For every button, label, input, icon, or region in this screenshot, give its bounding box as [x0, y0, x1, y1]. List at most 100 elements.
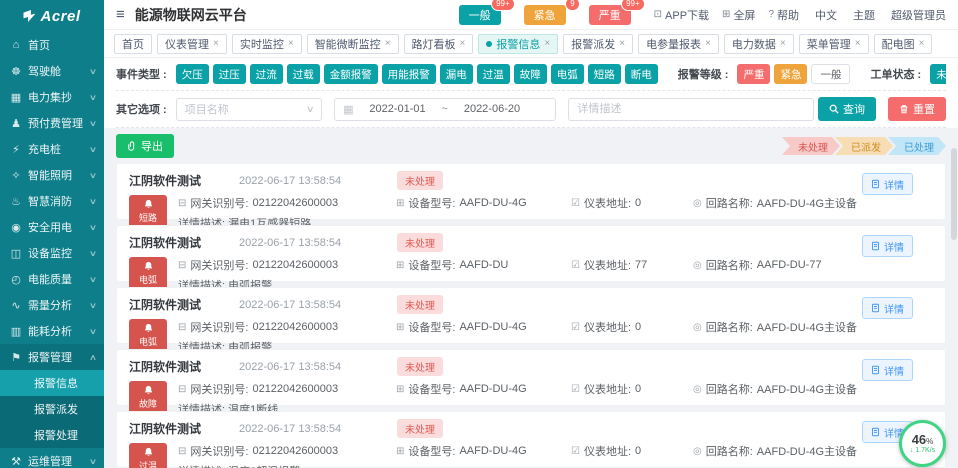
- status-legend-item[interactable]: 未处理: [782, 137, 840, 155]
- chevron-icon: ∨: [89, 171, 97, 180]
- topbar-link-label: 主题: [853, 7, 875, 23]
- event-type-tag[interactable]: 过压: [213, 64, 246, 84]
- tab[interactable]: 菜单管理 ×: [799, 34, 869, 54]
- event-type-tag[interactable]: 过温: [477, 64, 510, 84]
- speed-indicator-widget[interactable]: 46% ↓ 1.7K/s: [899, 420, 946, 467]
- event-type-tag[interactable]: 用能报警: [382, 64, 436, 84]
- sidebar-item[interactable]: ⚑ 报警管理 ∧: [0, 344, 104, 370]
- detail-button[interactable]: 详情: [862, 235, 913, 257]
- topbar-link[interactable]: 中文: [812, 7, 837, 23]
- event-type-tag[interactable]: 欠压: [176, 64, 209, 84]
- sidebar-item[interactable]: 报警处理: [0, 422, 104, 448]
- topbar-link[interactable]: ? 帮助: [768, 7, 799, 23]
- tab[interactable]: 报警信息 ×: [478, 34, 558, 54]
- tab-close-icon[interactable]: ×: [705, 39, 711, 49]
- topbar-link[interactable]: ⊞ 全屏: [722, 7, 755, 23]
- sidebar-item[interactable]: ◉ 安全用电 ∨: [0, 214, 104, 240]
- detail-button[interactable]: 详情: [862, 359, 913, 381]
- status-legend-item[interactable]: 已派发: [835, 137, 893, 155]
- tab-close-icon[interactable]: ×: [544, 39, 550, 49]
- date-range-picker[interactable]: ▦ 2022-01-01 ~ 2022-06-20: [334, 98, 556, 121]
- event-type-tag[interactable]: 过流: [250, 64, 283, 84]
- tab[interactable]: 路灯看板 ×: [404, 34, 474, 54]
- sidebar-item[interactable]: ♨ 智慧消防 ∨: [0, 188, 104, 214]
- sidebar-item-label: 智能照明: [28, 167, 72, 183]
- detail-description-input[interactable]: [568, 98, 814, 121]
- gateway-icon: ⊟: [178, 322, 186, 333]
- event-type-tag[interactable]: 断电: [625, 64, 658, 84]
- alarm-level-tag[interactable]: 紧急: [774, 64, 807, 84]
- export-button[interactable]: 导出: [116, 134, 174, 158]
- sidebar-item[interactable]: ⌂ 首页: [0, 32, 104, 58]
- search-button[interactable]: 查询: [818, 97, 876, 121]
- sidebar-item[interactable]: ◴ 电能质量 ∨: [0, 266, 104, 292]
- scrollbar[interactable]: [951, 148, 957, 468]
- project-name: 江阴软件测试: [129, 172, 225, 189]
- tab[interactable]: 配电图 ×: [874, 34, 933, 54]
- scrollbar-thumb[interactable]: [951, 148, 957, 240]
- sidebar-item[interactable]: ♟ 预付费管理 ∨: [0, 110, 104, 136]
- tab[interactable]: 报警派发 ×: [563, 34, 633, 54]
- sidebar-item[interactable]: 报警信息: [0, 370, 104, 396]
- event-type-tag[interactable]: 电弧: [551, 64, 584, 84]
- alarm-level-badge[interactable]: 一般 99+: [459, 5, 501, 25]
- sidebar-item[interactable]: ⚒ 运维管理 ∨: [0, 448, 104, 468]
- date-end-value[interactable]: 2022-06-20: [456, 103, 528, 115]
- sidebar-item[interactable]: ▦ 电力集抄 ∨: [0, 84, 104, 110]
- topbar-link[interactable]: 超级管理员: [888, 7, 946, 23]
- tab[interactable]: 首页 ×: [114, 34, 152, 54]
- tab-close-icon[interactable]: ×: [619, 39, 625, 49]
- sidebar-item[interactable]: ⚡ 充电桩 ∨: [0, 136, 104, 162]
- sidebar-item[interactable]: ✧ 智能照明 ∨: [0, 162, 104, 188]
- gateway-icon: ⊟: [178, 384, 186, 395]
- sidebar-item[interactable]: ∿ 需量分析 ∨: [0, 292, 104, 318]
- tab[interactable]: 实时监控 ×: [232, 34, 302, 54]
- event-type-tag[interactable]: 短路: [588, 64, 621, 84]
- sidebar-item[interactable]: 报警派发: [0, 396, 104, 422]
- work-status-tag[interactable]: 未处理: [930, 64, 946, 84]
- meter-address-icon: ☑: [571, 198, 580, 209]
- detail-button[interactable]: 详情: [862, 173, 913, 195]
- tab-close-icon[interactable]: ×: [460, 39, 466, 49]
- alarm-level-tag[interactable]: 一般: [811, 64, 850, 84]
- tab[interactable]: 仪表管理 ×: [157, 34, 227, 54]
- status-legend-item[interactable]: 已处理: [888, 137, 946, 155]
- alarm-level-badge[interactable]: 紧急 9: [524, 5, 566, 25]
- tab[interactable]: 智能微断监控 ×: [307, 34, 399, 54]
- sidebar-item-icon: ♨: [10, 195, 22, 208]
- reset-button[interactable]: 重置: [888, 97, 946, 121]
- project-select[interactable]: 项目名称 ∨: [176, 98, 322, 121]
- device-model-icon: ⊞: [396, 384, 404, 395]
- project-select-placeholder: 项目名称: [185, 101, 229, 117]
- event-type-tag[interactable]: 金额报警: [324, 64, 378, 84]
- sidebar: Acrel ⌂ 首页 ☸ 驾驶舱 ∨ ▦ 电力集抄 ∨: [0, 0, 104, 468]
- tab-close-icon[interactable]: ×: [385, 39, 391, 49]
- tab-close-icon[interactable]: ×: [919, 39, 925, 49]
- tab-close-icon[interactable]: ×: [780, 39, 786, 49]
- sidebar-item-icon: ⚑: [10, 351, 22, 364]
- alarm-level-badge[interactable]: 严重 99+: [589, 5, 631, 25]
- alarm-type-label: 电弧: [139, 273, 157, 286]
- sidebar-item[interactable]: ☸ 驾驶舱 ∨: [0, 58, 104, 84]
- topbar-link[interactable]: 主题: [850, 7, 875, 23]
- sidebar-item[interactable]: ▥ 能耗分析 ∨: [0, 318, 104, 344]
- chevron-icon: ∨: [89, 275, 97, 284]
- meter-address-icon: ☑: [571, 260, 580, 271]
- date-start-value[interactable]: 2022-01-01: [362, 103, 434, 115]
- tab-close-icon[interactable]: ×: [288, 39, 294, 49]
- detail-button[interactable]: 详情: [862, 297, 913, 319]
- topbar-link[interactable]: ⊡ APP下载: [654, 7, 709, 23]
- sidebar-item-label: 报警派发: [34, 401, 78, 417]
- tab-close-icon[interactable]: ×: [213, 39, 219, 49]
- tab[interactable]: 电力数据 ×: [724, 34, 794, 54]
- tab[interactable]: 电参量报表 ×: [638, 34, 719, 54]
- hamburger-icon[interactable]: ≡: [116, 7, 125, 22]
- sidebar-item[interactable]: ◫ 设备监控 ∨: [0, 240, 104, 266]
- circuit-value: AAFD-DU-4G主设备: [757, 381, 857, 397]
- event-type-tag[interactable]: 过载: [287, 64, 320, 84]
- event-type-tag[interactable]: 漏电: [440, 64, 473, 84]
- alarm-level-tag[interactable]: 严重: [737, 64, 770, 84]
- sidebar-item-icon: ◴: [10, 273, 22, 286]
- tab-close-icon[interactable]: ×: [855, 39, 861, 49]
- event-type-tag[interactable]: 故障: [514, 64, 547, 84]
